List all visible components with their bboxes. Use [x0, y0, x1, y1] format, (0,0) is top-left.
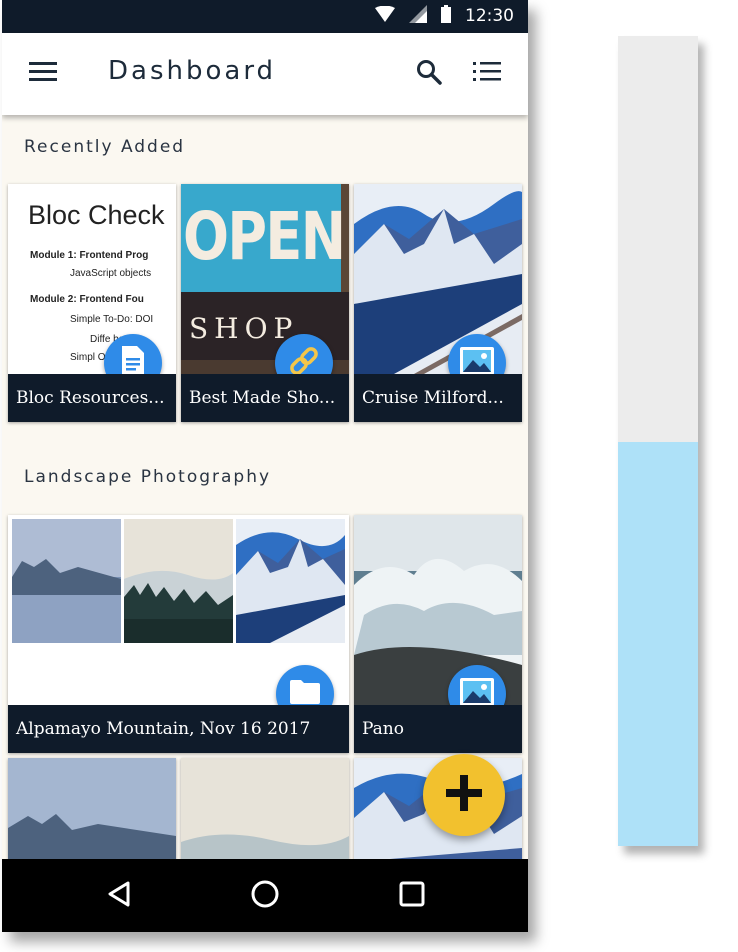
card-pano[interactable]: Pano: [354, 515, 522, 753]
plus-icon: [446, 775, 482, 815]
card-partial-lake[interactable]: [8, 758, 176, 868]
doc-preview-line: JavaScript objects: [70, 268, 152, 279]
doc-preview-line: Simpl OI: [70, 352, 109, 363]
side-panel-top: [618, 36, 698, 442]
card-caption: Alpamayo Mountain, Nov 16 2017: [8, 705, 349, 753]
card-best-made-shop[interactable]: OPEN SHOP Best Made Sho...: [181, 184, 349, 422]
search-icon: [416, 59, 442, 89]
card-caption: Cruise Milford...: [354, 374, 522, 422]
hamburger-icon: [29, 62, 57, 86]
card-partial-forest[interactable]: [181, 758, 349, 868]
lake-thumbnail: [8, 758, 176, 868]
card-caption: Best Made Sho...: [181, 374, 349, 422]
recents-button[interactable]: [391, 875, 433, 917]
system-nav-bar: [2, 859, 528, 932]
card-alpamayo-mountain[interactable]: Alpamayo Mountain, Nov 16 2017: [8, 515, 349, 753]
doc-preview-line: Module 2: Frontend Fou: [30, 294, 144, 305]
card-caption: Pano: [354, 705, 522, 753]
phone-screen: 12:30 Dashboard Recently Added Bloc Chec…: [2, 0, 528, 932]
battery-icon: [441, 5, 451, 27]
section-title-landscape: Landscape Photography: [24, 467, 272, 487]
doc-preview-line: Module 1: Frontend Prog: [30, 250, 149, 261]
card-bloc-resources[interactable]: Bloc Check Module 1: Frontend Prog JavaS…: [8, 184, 176, 422]
section-title-recent: Recently Added: [24, 137, 186, 157]
recents-square-icon: [398, 880, 426, 912]
doc-preview-line: Simple To-Do: DOI: [70, 314, 154, 325]
sign-text-shop: SHOP: [189, 312, 299, 345]
forest-thumbnail: [181, 758, 349, 868]
search-button[interactable]: [410, 55, 448, 93]
menu-button[interactable]: [24, 55, 62, 93]
back-triangle-icon: [106, 880, 132, 912]
back-button[interactable]: [98, 875, 140, 917]
page-title: Dashboard: [108, 56, 277, 86]
signal-icon: [409, 5, 427, 27]
wifi-icon: [375, 5, 395, 26]
status-time: 12:30: [465, 6, 514, 26]
card-caption: Bloc Resources...: [8, 374, 176, 422]
list-icon: [473, 61, 501, 87]
doc-preview-title: Bloc Check: [28, 200, 165, 230]
list-view-button[interactable]: [468, 55, 506, 93]
sign-text-open: OPEN: [183, 198, 346, 275]
folder-icon: [290, 680, 320, 708]
side-panel-bottom: [618, 442, 698, 846]
status-bar: 12:30: [2, 0, 528, 33]
app-bar: Dashboard: [2, 33, 528, 115]
home-button[interactable]: [244, 875, 286, 917]
home-circle-icon: [250, 879, 280, 913]
add-button[interactable]: [423, 754, 505, 836]
card-cruise-milford[interactable]: Cruise Milford...: [354, 184, 522, 422]
side-panel: [618, 36, 698, 846]
